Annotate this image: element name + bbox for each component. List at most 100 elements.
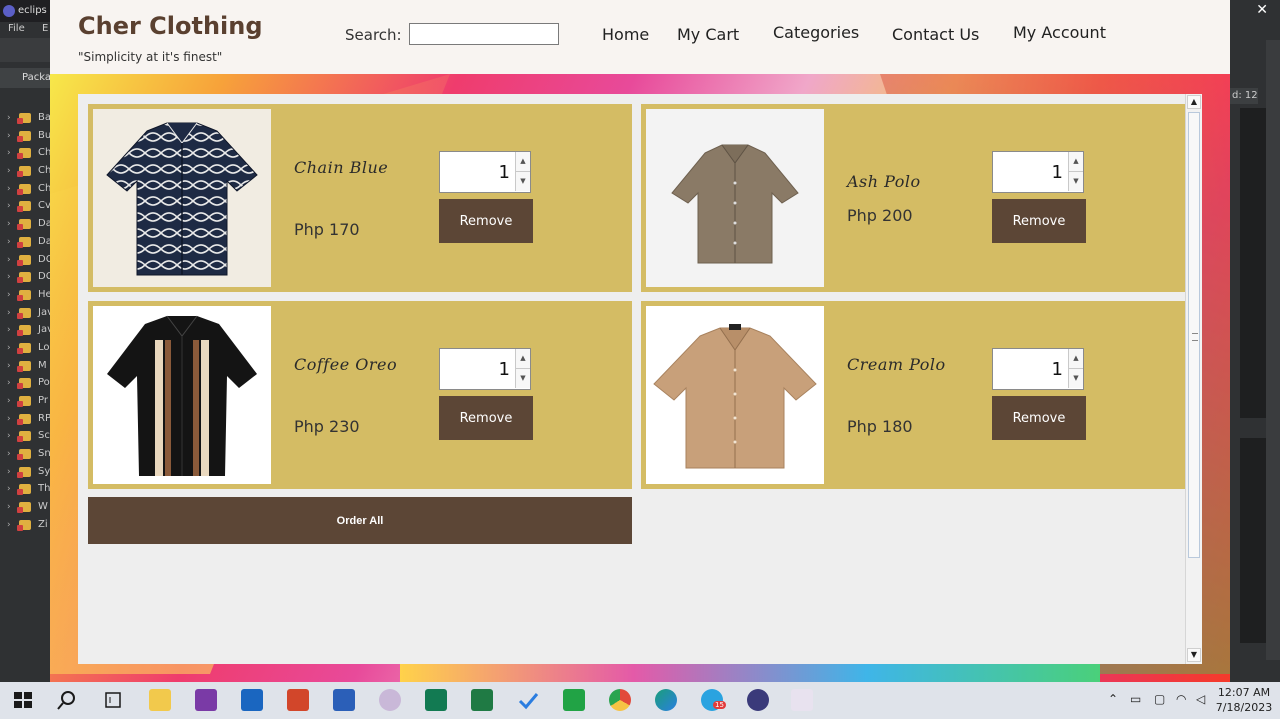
edge-icon[interactable] [655, 689, 677, 711]
tray-chevron-icon[interactable]: ⌃ [1108, 692, 1118, 706]
package-tree-item[interactable]: › Lo [0, 340, 50, 358]
package-tree-item[interactable]: › W [0, 499, 50, 517]
spinner-up-icon[interactable]: ▲ [1068, 349, 1083, 369]
chevron-right-icon[interactable]: › [7, 378, 11, 388]
word-icon[interactable] [333, 689, 355, 711]
remove-button[interactable]: Remove [439, 199, 533, 243]
chevron-right-icon[interactable]: › [7, 396, 11, 406]
file-explorer-icon[interactable] [149, 689, 171, 711]
package-tree-item[interactable]: › DC [0, 269, 53, 287]
powerpoint-icon[interactable] [287, 689, 309, 711]
task-view-icon[interactable] [102, 689, 124, 711]
chevron-right-icon[interactable]: › [7, 113, 11, 123]
package-tree-item[interactable]: › Sn [0, 446, 51, 464]
chevron-right-icon[interactable]: › [7, 449, 11, 459]
spinner-up-icon[interactable]: ▲ [1068, 152, 1083, 172]
package-tree-item[interactable]: › Jav [0, 322, 53, 340]
package-tree-item[interactable]: › Da [0, 234, 52, 252]
spinner-down-icon[interactable]: ▼ [1068, 369, 1083, 388]
quantity-stepper[interactable]: 1 ▲ ▼ [439, 151, 531, 193]
remove-button[interactable]: Remove [992, 199, 1086, 243]
spinner-down-icon[interactable]: ▼ [1068, 172, 1083, 191]
spinner-down-icon[interactable]: ▼ [515, 369, 530, 388]
chevron-right-icon[interactable]: › [7, 290, 11, 300]
ide-menu-file[interactable]: File [8, 23, 25, 34]
package-tree-item[interactable]: › Bu [0, 128, 51, 146]
chevron-right-icon[interactable]: › [7, 502, 11, 512]
sheets-icon[interactable] [563, 689, 585, 711]
chevron-right-icon[interactable]: › [7, 484, 11, 494]
nav-my-cart[interactable]: My Cart [677, 25, 739, 44]
package-tree-item[interactable]: › Pr [0, 393, 50, 411]
nav-my-account[interactable]: My Account [1013, 23, 1106, 42]
package-tree-item[interactable]: › Po [0, 375, 50, 393]
scroll-up-icon[interactable]: ▲ [1187, 95, 1201, 109]
nav-home[interactable]: Home [602, 25, 649, 44]
battery-icon[interactable]: ▭ [1130, 692, 1141, 706]
todo-check-icon[interactable] [517, 689, 539, 711]
nav-contact-us[interactable]: Contact Us [892, 25, 979, 44]
device-icon[interactable]: ▢ [1154, 692, 1165, 706]
eclipse-icon[interactable] [747, 689, 769, 711]
chevron-right-icon[interactable]: › [7, 414, 11, 424]
spinner-up-icon[interactable]: ▲ [515, 349, 530, 369]
chevron-right-icon[interactable]: › [7, 325, 11, 335]
nav-categories[interactable]: Categories [773, 23, 859, 42]
onenote-icon[interactable] [195, 689, 217, 711]
chevron-right-icon[interactable]: › [7, 201, 11, 211]
scroll-down-icon[interactable]: ▼ [1187, 648, 1201, 662]
excel-icon[interactable] [471, 689, 493, 711]
chevron-right-icon[interactable]: › [7, 431, 11, 441]
package-tree-item[interactable]: › RP [0, 411, 51, 429]
chevron-right-icon[interactable]: › [7, 343, 11, 353]
chevron-right-icon[interactable]: › [7, 467, 11, 477]
package-tree-item[interactable]: › Sc [0, 428, 50, 446]
chevron-right-icon[interactable]: › [7, 237, 11, 247]
chrome-icon[interactable] [609, 689, 631, 711]
search-input[interactable] [409, 23, 559, 45]
taskbar-clock[interactable]: 12:07 AM 7/18/2023 [1214, 685, 1274, 715]
ide-menu-edit[interactable]: E [42, 23, 48, 34]
package-tree-item[interactable]: › Th [0, 481, 50, 499]
outlook-icon[interactable] [241, 689, 263, 711]
quantity-stepper[interactable]: 1 ▲ ▼ [992, 348, 1084, 390]
package-tree-item[interactable]: › Zi [0, 517, 50, 535]
quantity-stepper[interactable]: 1 ▲ ▼ [439, 348, 531, 390]
vertical-scrollbar[interactable]: ▲ ▼ [1185, 94, 1202, 664]
chevron-right-icon[interactable]: › [7, 272, 11, 282]
chevron-right-icon[interactable]: › [7, 184, 11, 194]
paint-icon[interactable] [379, 689, 401, 711]
chevron-right-icon[interactable]: › [7, 308, 11, 318]
chevron-right-icon[interactable]: › [7, 361, 11, 371]
chevron-right-icon[interactable]: › [7, 520, 11, 530]
windows-start-icon[interactable] [12, 689, 34, 711]
package-tree-item[interactable]: › M [0, 358, 50, 376]
package-tree-item[interactable]: › Sy [0, 464, 50, 482]
telegram-icon[interactable]: 15 [701, 689, 726, 711]
wifi-icon[interactable]: ◠ [1176, 692, 1186, 706]
package-tree-item[interactable]: › Ch [0, 163, 51, 181]
package-tree-item[interactable]: › DC [0, 252, 53, 270]
remove-button[interactable]: Remove [439, 396, 533, 440]
order-all-button[interactable]: Order All [88, 497, 632, 544]
publisher-icon[interactable] [425, 689, 447, 711]
package-tree-item[interactable]: › Ch [0, 181, 51, 199]
package-tree-item[interactable]: › Jav [0, 305, 53, 323]
ide-close-icon[interactable]: ✕ [1256, 2, 1268, 18]
package-tree-item[interactable]: › Da [0, 216, 52, 234]
package-tree-item[interactable]: › Cv [0, 198, 51, 216]
spinner-down-icon[interactable]: ▼ [515, 172, 530, 191]
package-tree-item[interactable]: › Ba [0, 110, 51, 128]
chevron-right-icon[interactable]: › [7, 219, 11, 229]
remove-button[interactable]: Remove [992, 396, 1086, 440]
package-tree-item[interactable]: › He [0, 287, 52, 305]
search-icon[interactable] [56, 689, 78, 711]
chevron-right-icon[interactable]: › [7, 255, 11, 265]
package-tree-item[interactable]: › Ch [0, 145, 51, 163]
quantity-stepper[interactable]: 1 ▲ ▼ [992, 151, 1084, 193]
java-app-icon[interactable] [791, 689, 813, 711]
volume-icon[interactable]: ◁ [1196, 692, 1205, 706]
chevron-right-icon[interactable]: › [7, 148, 11, 158]
chevron-right-icon[interactable]: › [7, 166, 11, 176]
scroll-thumb[interactable] [1188, 112, 1200, 558]
